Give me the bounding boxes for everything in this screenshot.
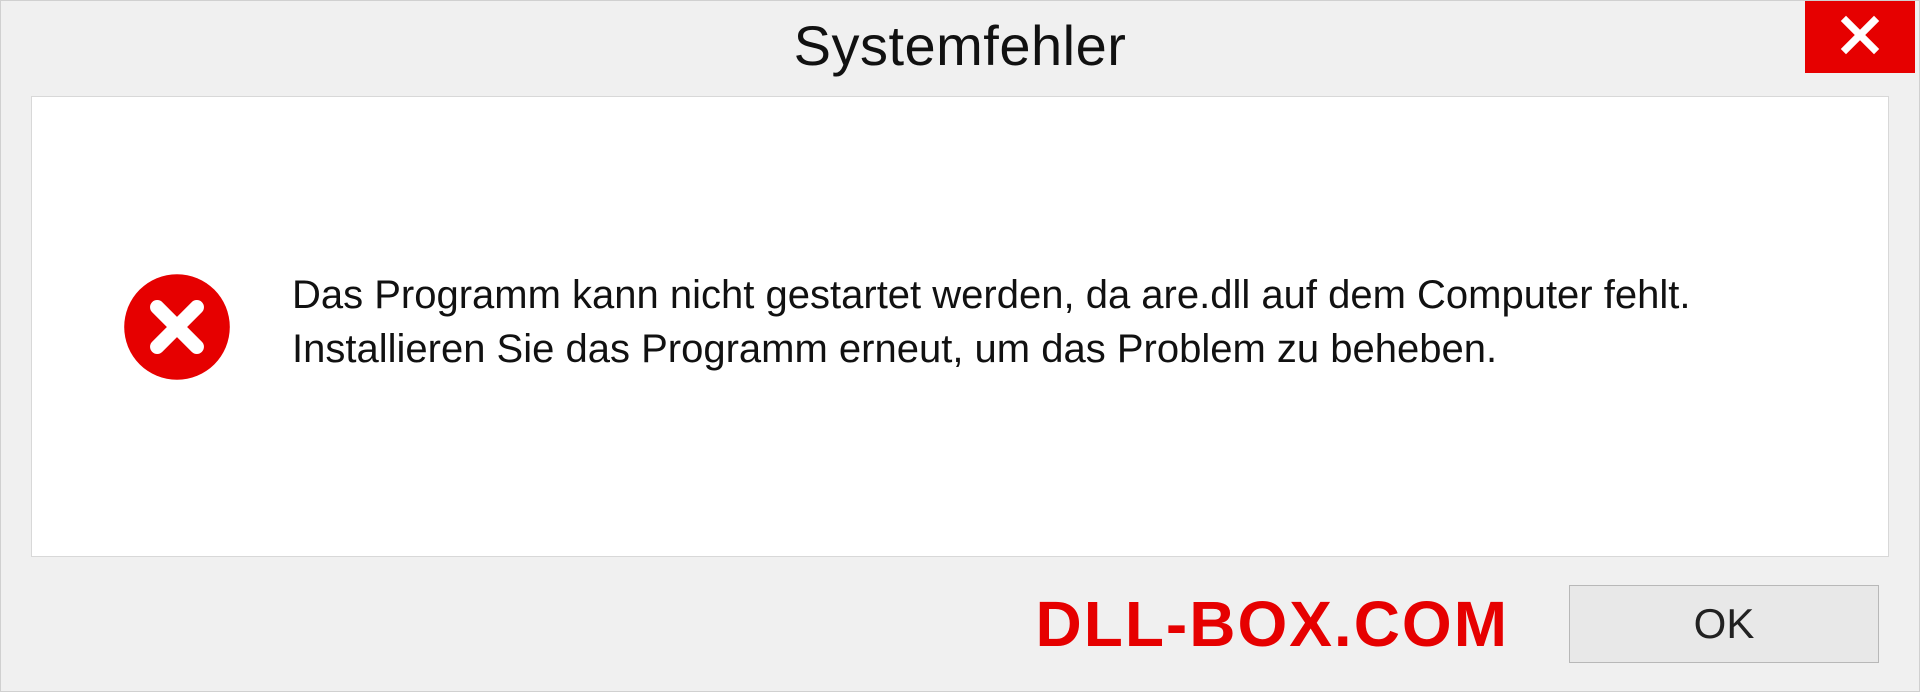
content-panel: Das Programm kann nicht gestartet werden…: [31, 96, 1889, 557]
dialog-title: Systemfehler: [794, 1, 1127, 78]
system-error-dialog: Systemfehler Das Programm kann nicht ges…: [0, 0, 1920, 692]
close-button[interactable]: [1805, 1, 1915, 73]
ok-button[interactable]: OK: [1569, 585, 1879, 663]
footer: DLL-BOX.COM OK: [1, 557, 1919, 691]
brand-text: DLL-BOX.COM: [1036, 592, 1510, 656]
error-message: Das Programm kann nicht gestartet werden…: [292, 268, 1798, 386]
titlebar: Systemfehler: [1, 1, 1919, 96]
close-icon: [1839, 14, 1881, 61]
error-icon: [122, 272, 232, 382]
